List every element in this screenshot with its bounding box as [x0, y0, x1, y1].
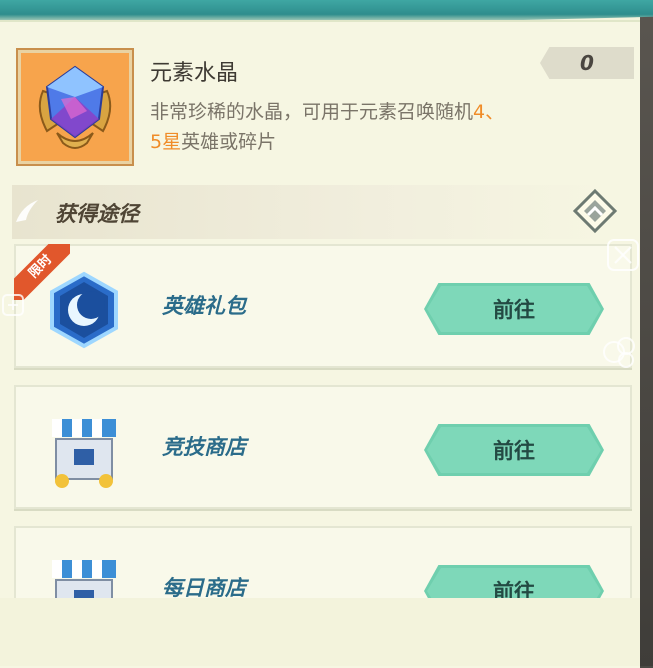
close-x-icon[interactable] — [604, 236, 642, 274]
go-button[interactable]: 前往 — [424, 283, 604, 335]
item-name: 元素水晶 — [150, 61, 239, 86]
hero-pack-moon-crystal-icon — [50, 271, 118, 349]
add-icon — [2, 294, 24, 316]
item-description-highlight-5: 5星 — [150, 131, 182, 153]
item-icon-frame — [18, 50, 132, 164]
source-label: 竞技商店 — [162, 435, 246, 459]
go-button-label: 前往 — [493, 298, 535, 322]
item-count: 0 — [580, 51, 594, 75]
item-description-tail: 英雄或碎片 — [181, 131, 277, 153]
source-row-arena-shop: 竞技商店 前往 — [14, 385, 632, 509]
source-label: 英雄礼包 — [162, 294, 246, 318]
section-ornament-icon — [16, 200, 38, 222]
go-button-label: 前往 — [493, 439, 535, 463]
panel-bottom-edge — [0, 598, 640, 666]
bubbles-icon — [603, 337, 635, 368]
item-description-highlight-4: 4、 — [473, 101, 505, 123]
item-info-panel: 元素水晶 非常珍稀的水晶，可用于元素召唤随机4、 5星英雄或碎片 0 获得途径 限… — [0, 0, 653, 668]
item-count-badge: 0 — [540, 47, 634, 79]
go-button[interactable]: 前往 — [424, 424, 604, 476]
item-description: 非常珍稀的水晶，可用于元素召唤随机4、 5星英雄或碎片 — [150, 97, 590, 157]
collapse-chevron-icon[interactable] — [572, 188, 618, 234]
source-section-title: 获得途径 — [55, 202, 139, 226]
source-row-hero-pack: 限时 英雄礼包 前往 — [14, 244, 632, 368]
item-description-text: 非常珍稀的水晶，可用于元素召唤随机 — [150, 101, 474, 123]
elemental-crystal-icon — [38, 65, 112, 149]
shop-chest-icon — [52, 419, 116, 488]
